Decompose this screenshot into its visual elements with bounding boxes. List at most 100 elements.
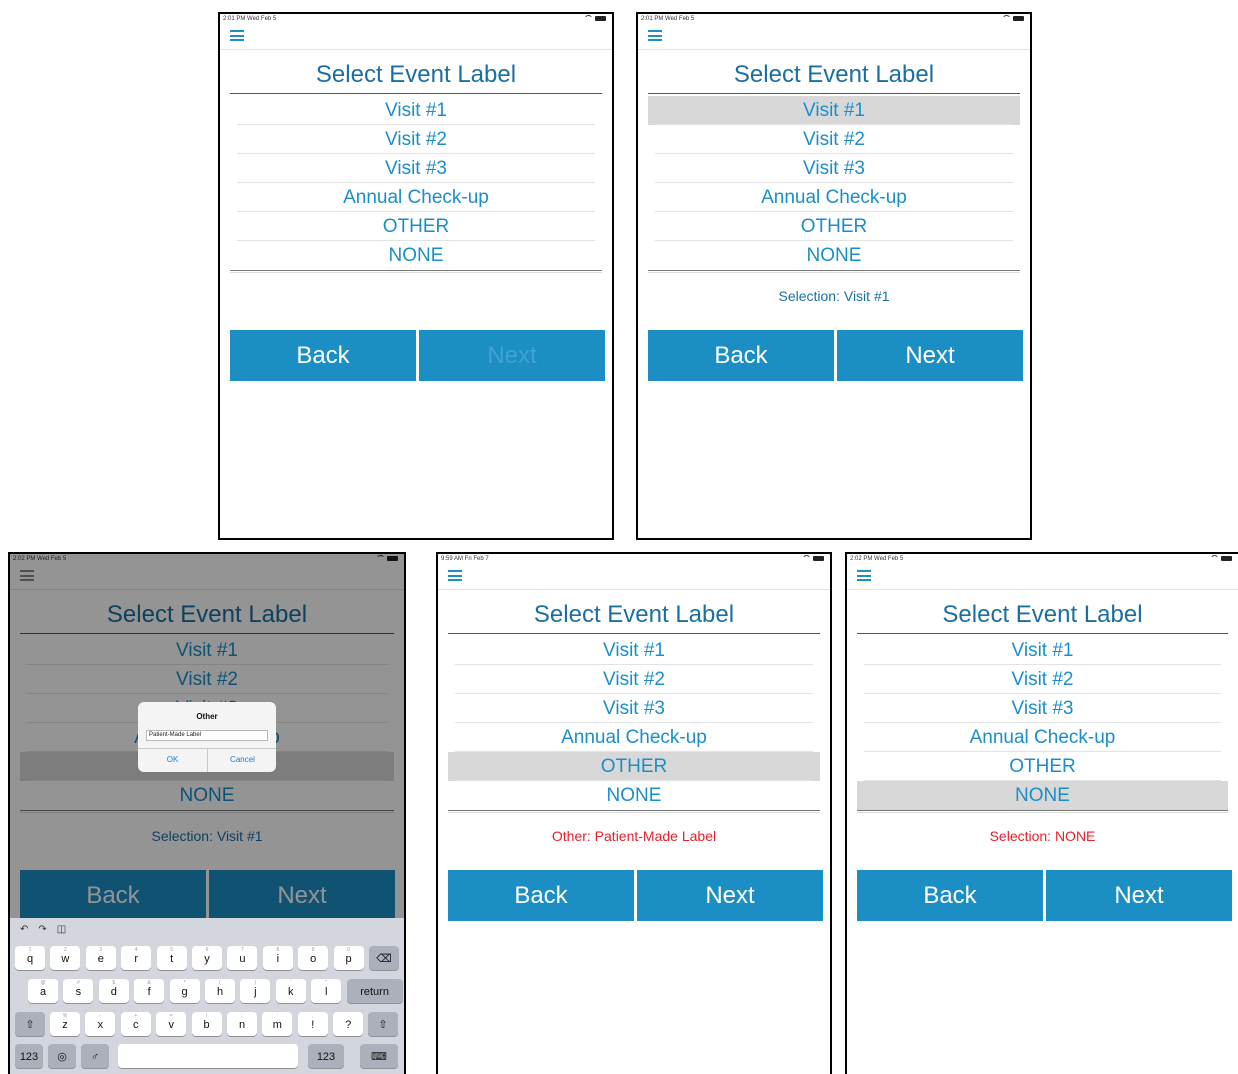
microphone-icon[interactable]: ♂ bbox=[81, 1044, 109, 1068]
list-item-none[interactable]: NONE bbox=[857, 781, 1228, 810]
key-a[interactable]: @ a bbox=[28, 979, 58, 1003]
status-bar-time: 2:01 PM Wed Feb 5 bbox=[223, 16, 277, 22]
key-c[interactable]: + c bbox=[120, 1012, 151, 1036]
list-item-visit-3[interactable]: Visit #3 bbox=[230, 154, 602, 183]
list-item-visit-1[interactable]: Visit #1 bbox=[448, 636, 820, 665]
key-hint: 3 bbox=[99, 947, 103, 953]
hamburger-menu-icon[interactable] bbox=[230, 30, 244, 41]
key-label: h bbox=[216, 986, 224, 998]
key-t[interactable]: 5t bbox=[156, 946, 187, 970]
key-![interactable]: ,! bbox=[297, 1012, 328, 1036]
list-item-visit-2[interactable]: Visit #2 bbox=[230, 125, 602, 154]
keyboard-dismiss-icon[interactable]: ⌨ bbox=[360, 1044, 398, 1068]
list-item-visit-2[interactable]: Visit #2 bbox=[448, 665, 820, 694]
key-label: ! bbox=[311, 1019, 315, 1031]
key-s[interactable]: # s bbox=[63, 979, 94, 1003]
next-button[interactable]: Next bbox=[419, 330, 605, 381]
key-n[interactable]: ; n bbox=[227, 1012, 257, 1036]
space-key[interactable] bbox=[118, 1044, 298, 1068]
title-divider bbox=[230, 93, 602, 94]
key-b[interactable]: / b bbox=[191, 1012, 222, 1036]
numbers-key-left[interactable]: 123 bbox=[15, 1044, 43, 1068]
key-u[interactable]: 7u bbox=[227, 946, 258, 970]
key-v[interactable]: = v bbox=[156, 1012, 187, 1036]
key-o[interactable]: 9o bbox=[298, 946, 329, 970]
key-f[interactable]: & f bbox=[134, 979, 165, 1003]
key-d[interactable]: $ d bbox=[98, 979, 129, 1003]
shift-left-key[interactable]: ⇧ bbox=[15, 1012, 45, 1036]
other-label-input[interactable]: Patient-Made Label bbox=[146, 730, 268, 741]
key-hint: $ bbox=[112, 980, 116, 986]
key-label: ⇧ bbox=[378, 1019, 388, 1031]
key-k[interactable]: ' k bbox=[275, 979, 306, 1003]
cancel-button[interactable]: Cancel bbox=[208, 748, 277, 772]
undo-icon[interactable]: ↶ bbox=[20, 924, 28, 935]
wifi-icon bbox=[801, 555, 811, 561]
list-item-none[interactable]: NONE bbox=[448, 781, 820, 810]
hamburger-menu-icon[interactable] bbox=[857, 570, 871, 581]
globe-icon[interactable]: ◎ bbox=[48, 1044, 76, 1068]
key-r[interactable]: 4r bbox=[121, 946, 152, 970]
key-g[interactable]: * g bbox=[169, 979, 200, 1003]
key-y[interactable]: 6y bbox=[192, 946, 222, 970]
hamburger-menu-icon[interactable] bbox=[448, 570, 462, 581]
next-button[interactable]: Next bbox=[1046, 870, 1232, 921]
back-button[interactable]: Back bbox=[448, 870, 634, 921]
list-item-visit-3[interactable]: Visit #3 bbox=[648, 154, 1020, 183]
numbers-key-right[interactable]: 123 bbox=[308, 1044, 344, 1068]
key-hint: / bbox=[205, 1013, 208, 1019]
key-label: r bbox=[134, 953, 139, 965]
list-item-none[interactable]: NONE bbox=[230, 241, 602, 270]
list-item-visit-2[interactable]: Visit #2 bbox=[857, 665, 1228, 694]
back-button[interactable]: Back bbox=[230, 330, 416, 381]
list-item-other[interactable]: OTHER bbox=[448, 752, 820, 781]
key-x[interactable]: -x bbox=[85, 1012, 116, 1036]
key-q[interactable]: 1q bbox=[15, 946, 45, 970]
key-w[interactable]: 2w bbox=[50, 946, 81, 970]
hamburger-menu-icon[interactable] bbox=[648, 30, 662, 41]
key-hint: ) bbox=[254, 980, 257, 986]
next-button[interactable]: Next bbox=[837, 330, 1023, 381]
return-key[interactable]: return bbox=[346, 979, 403, 1003]
key-j[interactable]: ) j bbox=[240, 979, 271, 1003]
back-button[interactable]: Back bbox=[648, 330, 834, 381]
list-item-visit-2[interactable]: Visit #2 bbox=[648, 125, 1020, 154]
key-hint: : bbox=[276, 1013, 279, 1019]
key-h[interactable]: (h bbox=[205, 979, 235, 1003]
list-item-annual-check-up[interactable]: Annual Check-up bbox=[857, 723, 1228, 752]
list-item-annual-check-up[interactable]: Annual Check-up bbox=[448, 723, 820, 752]
redo-icon[interactable]: ↷ bbox=[38, 924, 46, 935]
key-label: k bbox=[288, 986, 294, 998]
list-item-other[interactable]: OTHER bbox=[857, 752, 1228, 781]
back-button[interactable]: Back bbox=[857, 870, 1043, 921]
backspace-key[interactable]: ⌫ bbox=[369, 946, 399, 970]
key-hint: 5 bbox=[170, 947, 173, 953]
key-z[interactable]: % z bbox=[50, 1012, 80, 1036]
key-label: t bbox=[170, 953, 174, 965]
list-item-none[interactable]: NONE bbox=[648, 241, 1020, 270]
shift-right-key[interactable]: ⇧ bbox=[368, 1012, 398, 1036]
key-i[interactable]: 8i bbox=[262, 946, 293, 970]
key-?[interactable]: .? bbox=[333, 1012, 364, 1036]
ok-button[interactable]: OK bbox=[138, 748, 207, 772]
list-item-visit-1[interactable]: Visit #1 bbox=[857, 636, 1228, 665]
list-item-visit-1[interactable]: Visit #1 bbox=[230, 96, 602, 125]
list-item-other[interactable]: OTHER bbox=[648, 212, 1020, 241]
list-item-other[interactable]: OTHER bbox=[230, 212, 602, 241]
key-m[interactable]: :m bbox=[262, 1012, 293, 1036]
key-p[interactable]: 0p bbox=[333, 946, 364, 970]
next-button[interactable]: Next bbox=[637, 870, 823, 921]
key-hint: ' bbox=[290, 980, 292, 986]
paste-icon[interactable]: ◫ bbox=[57, 924, 66, 935]
list-item-visit-3[interactable]: Visit #3 bbox=[857, 694, 1228, 723]
key-e[interactable]: 3e bbox=[85, 946, 116, 970]
key-hint: 8 bbox=[276, 947, 280, 953]
key-l[interactable]: " l bbox=[311, 979, 342, 1003]
list-item-annual-check-up[interactable]: Annual Check-up bbox=[648, 183, 1020, 212]
list-item-visit-3[interactable]: Visit #3 bbox=[448, 694, 820, 723]
key-hint: ( bbox=[219, 980, 221, 986]
list-item-visit-1[interactable]: Visit #1 bbox=[648, 96, 1020, 125]
key-label: ⌨ bbox=[371, 1051, 387, 1063]
key-hint: ; bbox=[241, 1013, 243, 1019]
list-item-annual-check-up[interactable]: Annual Check-up bbox=[230, 183, 602, 212]
